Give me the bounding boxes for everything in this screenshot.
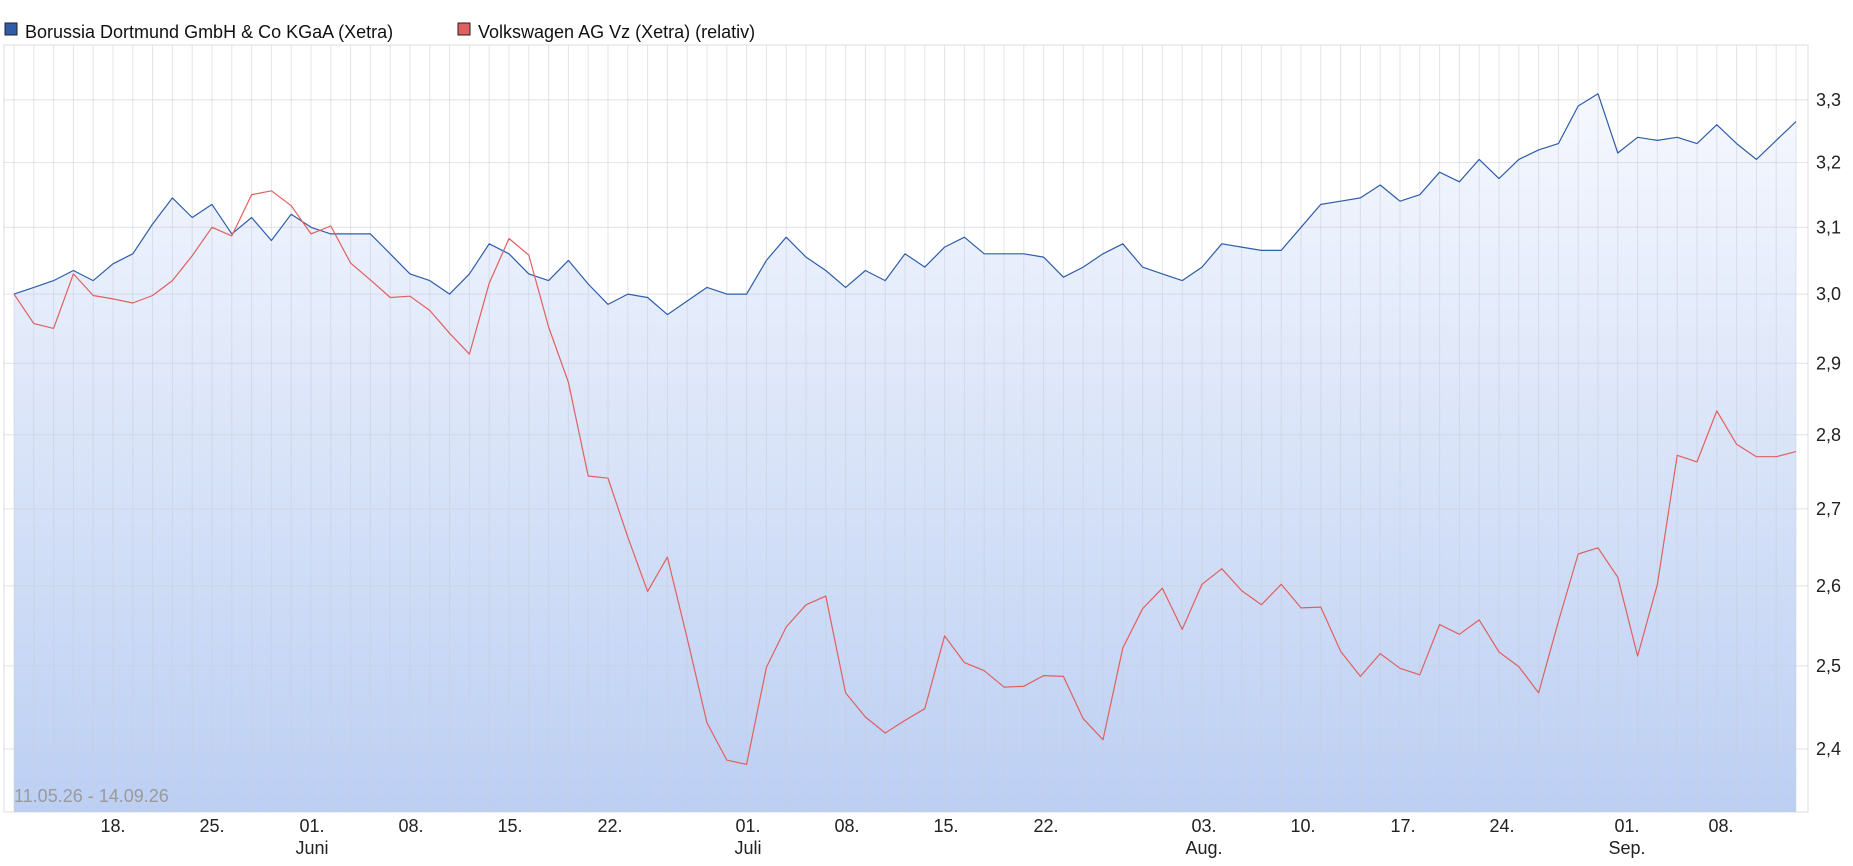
x-tick-label: 15.: [497, 816, 522, 836]
legend: Borussia Dortmund GmbH & Co KGaA (Xetra)…: [4, 22, 755, 42]
y-tick-label: 2,7: [1816, 499, 1841, 519]
x-tick-label: 18.: [100, 816, 125, 836]
y-tick-label: 2,6: [1816, 576, 1841, 596]
x-tick-label: 01.: [1614, 816, 1639, 836]
y-tick-label: 3,0: [1816, 284, 1841, 304]
x-tick-label: 08.: [398, 816, 423, 836]
x-tick-label: 22.: [597, 816, 622, 836]
stock-comparison-chart: Borussia Dortmund GmbH & Co KGaA (Xetra)…: [3, 22, 1841, 858]
x-tick-label: 24.: [1489, 816, 1514, 836]
x-tick-label: 08.: [1708, 816, 1733, 836]
y-tick-label: 3,2: [1816, 153, 1841, 173]
x-axis-tick-labels: 18. 25. 01.Juni08. 15. 22. 01.Juli08. 15. 22. 03…: [100, 816, 1733, 858]
x-tick-label: 01.: [299, 816, 324, 836]
y-tick-label: 3,1: [1816, 217, 1841, 237]
y-tick-label: 2,8: [1816, 425, 1841, 445]
x-tick-label: 15.: [933, 816, 958, 836]
x-tick-label: 01.: [735, 816, 760, 836]
legend-label-volkswagen: Volkswagen AG Vz (Xetra) (relativ): [478, 22, 755, 42]
x-tick-label: 17.: [1390, 816, 1415, 836]
x-tick-month-label: Juni: [295, 838, 328, 858]
date-range-label: 11.05.26 - 14.09.26: [14, 786, 169, 806]
x-tick-label: 08.: [834, 816, 859, 836]
legend-label-borussia: Borussia Dortmund GmbH & Co KGaA (Xetra): [25, 22, 393, 42]
x-tick-label: 03.: [1191, 816, 1216, 836]
x-tick-month-label: Aug.: [1185, 838, 1222, 858]
legend-swatch-borussia: [4, 22, 18, 36]
x-tick-label: 25.: [199, 816, 224, 836]
y-tick-label: 3,3: [1816, 90, 1841, 110]
y-axis-tick-labels: 3,3 3,2 3,1 3,0 2,9 2,8 2,7 2,6 2,5 2,4: [1816, 90, 1841, 759]
x-tick-month-label: Juli: [734, 838, 761, 858]
x-tick-month-label: Sep.: [1608, 838, 1645, 858]
y-tick-label: 2,4: [1816, 739, 1841, 759]
y-tick-label: 2,9: [1816, 353, 1841, 373]
x-tick-label: 10.: [1290, 816, 1315, 836]
y-tick-label: 2,5: [1816, 656, 1841, 676]
legend-swatch-volkswagen: [457, 22, 471, 36]
x-tick-label: 22.: [1033, 816, 1058, 836]
